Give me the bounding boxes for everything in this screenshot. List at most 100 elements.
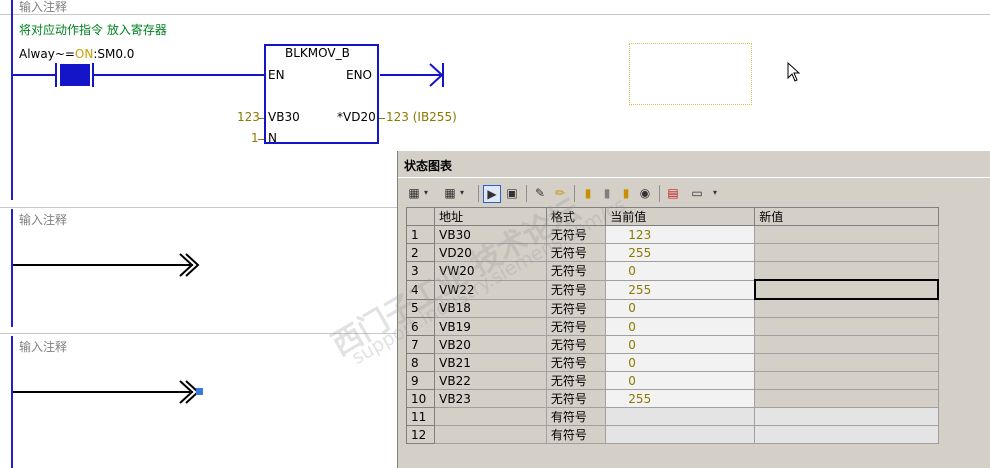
in-value[interactable]: 123 — [237, 110, 260, 124]
n-value[interactable]: 1 — [251, 131, 259, 145]
new-value-cell[interactable] — [754, 389, 939, 408]
current-value-cell: 123 — [605, 225, 756, 244]
contact-label-suffix: :SM0.0 — [93, 47, 135, 61]
format-cell[interactable]: 无符号 — [545, 261, 607, 281]
new-value-cell-selected[interactable] — [753, 279, 940, 300]
new-value-cell[interactable] — [754, 353, 939, 372]
new-value-cell[interactable] — [754, 243, 939, 262]
new-value-cell[interactable] — [754, 298, 939, 318]
current-value-cell: 255 — [605, 243, 756, 262]
chevron-down-icon[interactable]: ▾ — [457, 185, 467, 201]
output-arrow-icon — [429, 63, 444, 87]
row-number: 8 — [405, 353, 436, 372]
table-row[interactable]: 6 VB19 无符号 0 — [405, 317, 939, 336]
address-cell[interactable]: VW20 — [434, 261, 547, 281]
write-all-icon[interactable]: ✎ — [532, 185, 548, 201]
unforce-icon[interactable]: ▮ — [599, 185, 615, 201]
new-value-cell[interactable] — [754, 225, 939, 244]
unforce-all-icon[interactable]: ▮ — [618, 185, 634, 201]
format-cell[interactable]: 无符号 — [545, 371, 607, 390]
status-chart-title: 状态图表 — [404, 159, 453, 173]
table-row[interactable]: 4 VW22 无符号 255 — [405, 279, 940, 300]
address-cell[interactable]: VB20 — [434, 335, 547, 354]
new-value-cell[interactable] — [754, 335, 939, 354]
single-read-icon[interactable]: ▣ — [504, 185, 520, 201]
format-cell[interactable]: 无符号 — [545, 225, 607, 244]
current-value-cell: 0 — [605, 298, 756, 318]
column-header[interactable]: 新值 — [754, 207, 939, 226]
address-cell[interactable]: VB21 — [434, 353, 547, 372]
rung-wire — [13, 264, 193, 266]
network-comment[interactable]: 输入注释 — [19, 338, 67, 355]
energized-contact[interactable] — [60, 64, 90, 86]
current-value-cell: 0 — [605, 371, 756, 390]
address-cell[interactable]: VD20 — [434, 243, 547, 262]
row-number: 10 — [405, 389, 436, 408]
new-value-cell[interactable] — [754, 425, 939, 444]
address-cell[interactable]: VB30 — [434, 225, 547, 244]
column-header[interactable]: 地址 — [434, 207, 547, 226]
format-cell[interactable]: 有符号 — [545, 407, 607, 426]
table-row[interactable]: 9 VB22 无符号 0 — [405, 371, 939, 390]
network-title-comment[interactable]: 将对应动作指令 放入寄存器 — [19, 21, 167, 38]
chart-status-icon[interactable]: ▶ — [483, 185, 501, 203]
table-row[interactable]: 8 VB21 无符号 0 — [405, 353, 939, 372]
force-icon[interactable]: ▮ — [580, 185, 596, 201]
row-number: 1 — [405, 225, 436, 244]
address-cell[interactable] — [434, 425, 547, 444]
address-cell[interactable] — [434, 407, 547, 426]
selection-box[interactable] — [629, 43, 752, 105]
address-cell[interactable]: VB23 — [434, 389, 547, 408]
block-name: BLKMOV_B — [285, 46, 350, 60]
new-value-cell[interactable] — [754, 261, 939, 281]
tag-icon[interactable]: ▭ — [686, 185, 708, 201]
table-row[interactable]: 1 VB30 无符号 123 — [405, 225, 939, 244]
column-header — [405, 207, 436, 226]
format-cell[interactable]: 无符号 — [545, 317, 607, 336]
format-cell[interactable]: 有符号 — [545, 425, 607, 444]
current-value-cell: 0 — [605, 335, 756, 354]
cursor-marker[interactable] — [196, 388, 203, 395]
new-value-cell[interactable] — [754, 407, 939, 426]
table-row[interactable]: 12 有符号 — [405, 425, 939, 444]
new-value-cell[interactable] — [754, 317, 939, 336]
address-cell[interactable]: VW22 — [434, 279, 547, 300]
row-number: 5 — [405, 298, 436, 318]
table-row[interactable]: 3 VW20 无符号 0 — [405, 261, 939, 281]
toolbar-separator — [478, 185, 479, 202]
network-comment[interactable]: 输入注释 — [19, 0, 67, 15]
table-row[interactable]: 10 VB23 无符号 255 — [405, 389, 939, 408]
new-value-cell[interactable] — [754, 371, 939, 390]
table-row[interactable]: 5 VB18 无符号 0 — [405, 298, 939, 318]
column-header[interactable]: 格式 — [545, 207, 607, 226]
network-separator — [0, 14, 990, 15]
format-cell[interactable]: 无符号 — [545, 279, 607, 300]
pencil-icon[interactable]: ✏ — [552, 185, 568, 201]
network-comment[interactable]: 输入注释 — [19, 211, 67, 228]
format-cell[interactable]: 无符号 — [545, 298, 607, 318]
address-cell[interactable]: VB22 — [434, 371, 547, 390]
insert-row-icon[interactable]: ▦ — [406, 185, 422, 201]
format-cell[interactable]: 无符号 — [545, 335, 607, 354]
current-value-cell: 0 — [605, 317, 756, 336]
contact-label: Alway~=ON:SM0.0 — [19, 47, 134, 61]
out-value[interactable]: 123 (IB255) — [386, 110, 457, 124]
chevron-down-icon[interactable]: ▾ — [710, 185, 720, 201]
out-pin: *VD20 — [337, 110, 376, 124]
row-number: 9 — [405, 371, 436, 390]
delete-row-icon[interactable]: ▦ — [442, 185, 458, 201]
format-cell[interactable]: 无符号 — [545, 353, 607, 372]
format-cell[interactable]: 无符号 — [545, 243, 607, 262]
row-number: 2 — [405, 243, 436, 262]
address-cell[interactable]: VB19 — [434, 317, 547, 336]
table-row[interactable]: 11 有符号 — [405, 407, 939, 426]
trend-view-icon[interactable]: ▤ — [665, 185, 681, 201]
chevron-down-icon[interactable]: ▾ — [421, 185, 431, 201]
eno-pin: ENO — [346, 68, 373, 82]
table-row[interactable]: 7 VB20 无符号 0 — [405, 335, 939, 354]
address-cell[interactable]: VB18 — [434, 298, 547, 318]
format-cell[interactable]: 无符号 — [545, 389, 607, 408]
read-forced-icon[interactable]: ◉ — [637, 185, 653, 201]
column-header[interactable]: 当前值 — [605, 207, 756, 226]
table-row[interactable]: 2 VD20 无符号 255 — [405, 243, 939, 262]
